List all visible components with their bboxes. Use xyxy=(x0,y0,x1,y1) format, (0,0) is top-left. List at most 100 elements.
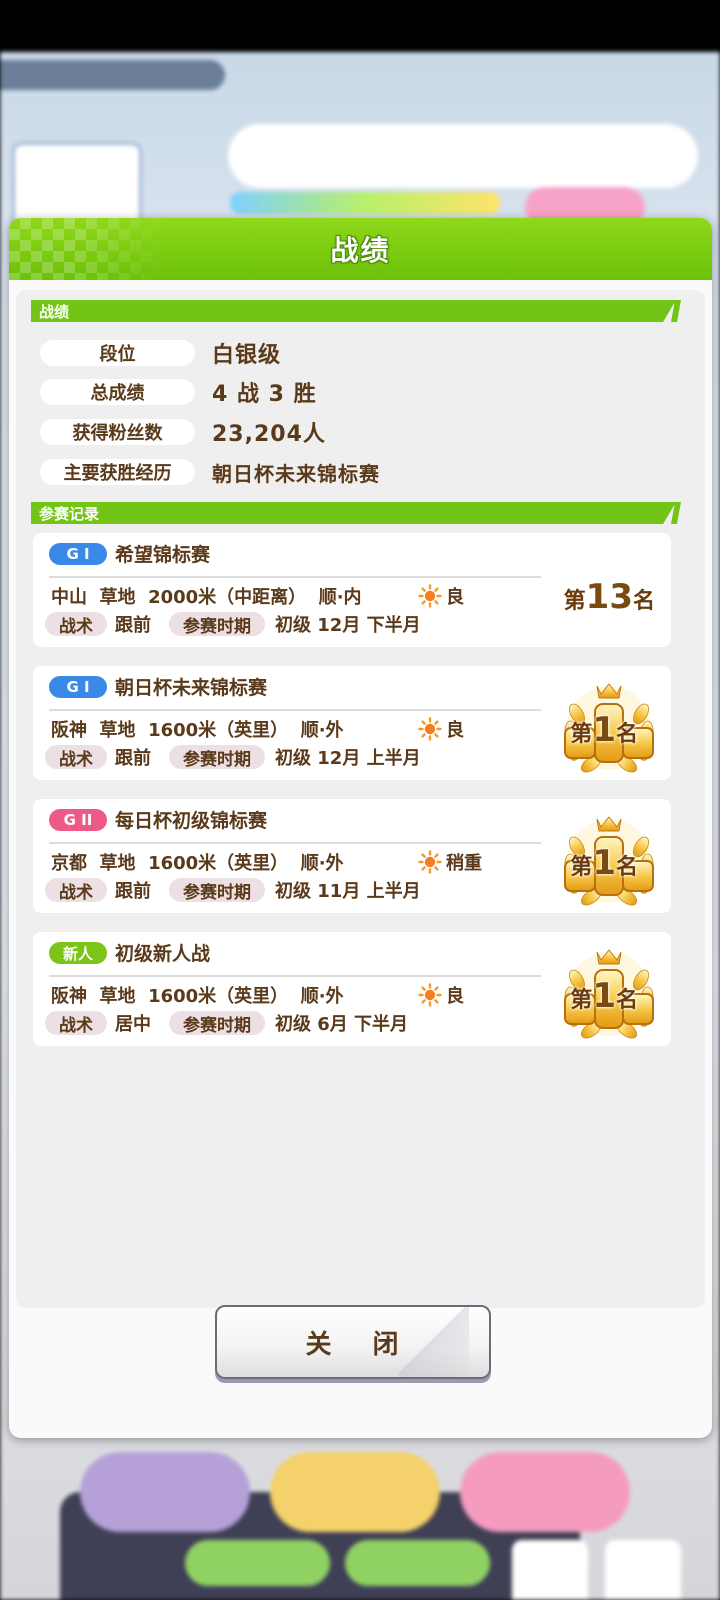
stat-label: 主要获胜经历 xyxy=(40,459,195,485)
sun-icon xyxy=(418,717,442,741)
race-info: 阪神 草地 1600米（英里） 顺·外 xyxy=(51,720,344,741)
race-record-card[interactable]: G I 希望锦标赛 中山 草地 2000米（中距离） 顺·内 良 战术 跟前 参… xyxy=(33,533,671,647)
finish-rank: 第1名 xyxy=(570,710,638,750)
rank-suffix: 名 xyxy=(632,589,655,614)
period-label: 参赛时期 xyxy=(169,878,265,903)
finish-rank: 第1名 xyxy=(570,843,638,883)
race-record-card[interactable]: 新人 初级新人战 阪神 草地 1600米（英里） 顺·外 良 战术 居中 参赛时… xyxy=(33,932,671,1046)
rank-prefix: 第 xyxy=(570,855,593,880)
bg-square-button-2 xyxy=(605,1540,681,1600)
stat-label: 获得粉丝数 xyxy=(40,419,195,445)
tactic-value: 跟前 xyxy=(115,615,151,636)
bg-top-pill xyxy=(0,60,225,90)
rank-suffix: 名 xyxy=(615,988,638,1013)
race-info: 中山 草地 2000米（中距离） 顺·内 xyxy=(51,587,362,608)
race-info: 京都 草地 1600米（英里） 顺·外 xyxy=(51,853,344,874)
rank-number: 1 xyxy=(592,976,616,1016)
card-divider xyxy=(49,576,541,578)
bg-green-button-2 xyxy=(345,1540,490,1586)
weather: 良 xyxy=(418,982,464,1008)
period-value: 初级 11月 上半月 xyxy=(275,881,421,902)
period-value: 初级 6月 下半月 xyxy=(275,1014,409,1035)
race-record-card[interactable]: G I 朝日杯未来锦标赛 阪神 草地 1600米（英里） 顺·外 良 战术 跟前… xyxy=(33,666,671,780)
stats-section-header: 战绩 xyxy=(31,300,676,322)
header-pattern xyxy=(9,218,169,280)
close-button[interactable]: 关 闭 xyxy=(215,1305,491,1379)
race-info: 阪神 草地 1600米（英里） 顺·外 xyxy=(51,986,344,1007)
stat-label: 总成绩 xyxy=(40,379,195,405)
tactic-label: 战术 xyxy=(45,878,107,903)
dialog-title: 战绩 xyxy=(330,234,391,267)
tactic-value: 居中 xyxy=(115,1014,151,1035)
dialog-content[interactable]: 战绩 段位 白银级 总成绩 4 战 3 胜 获得粉丝数 23,204人 主要获胜… xyxy=(16,290,705,1308)
rank-number: 1 xyxy=(592,843,616,883)
card-divider xyxy=(49,709,541,711)
weather-label: 良 xyxy=(446,587,464,608)
stats-section-title: 战绩 xyxy=(39,303,70,321)
card-divider xyxy=(49,975,541,977)
period-label: 参赛时期 xyxy=(169,745,265,770)
race-detail-row: 战术 居中 参赛时期 初级 6月 下半月 xyxy=(45,1010,408,1036)
weather: 良 xyxy=(418,716,464,742)
rank-suffix: 名 xyxy=(615,855,638,880)
rank-number: 1 xyxy=(592,710,616,750)
sun-icon xyxy=(418,983,442,1007)
card-divider xyxy=(49,842,541,844)
bg-info-bar xyxy=(228,124,698,188)
stat-label: 段位 xyxy=(40,340,195,366)
stat-value: 4 战 3 胜 xyxy=(212,382,317,407)
bg-square-button-1 xyxy=(512,1540,588,1600)
race-name: 每日杯初级锦标赛 xyxy=(115,810,268,832)
grade-badge: G I xyxy=(49,543,107,565)
race-name: 初级新人战 xyxy=(115,943,211,965)
period-value: 初级 12月 上半月 xyxy=(275,748,421,769)
stat-value: 朝日杯未来锦标赛 xyxy=(212,461,380,486)
dialog-header: 战绩 xyxy=(9,218,712,280)
finish-rank: 第 13 名 xyxy=(564,577,655,617)
stat-value: 白银级 xyxy=(212,343,282,368)
period-label: 参赛时期 xyxy=(169,1011,265,1036)
tactic-label: 战术 xyxy=(45,1011,107,1036)
sun-icon xyxy=(418,850,442,874)
race-name: 希望锦标赛 xyxy=(115,544,211,566)
sun-icon xyxy=(418,584,442,608)
grade-badge: G I xyxy=(49,676,107,698)
rank-suffix: 名 xyxy=(615,722,638,747)
stat-value: 23,204人 xyxy=(212,422,326,447)
rank-prefix: 第 xyxy=(563,589,586,614)
period-label: 参赛时期 xyxy=(169,612,265,637)
rank-prefix: 第 xyxy=(570,988,593,1013)
rank-prefix: 第 xyxy=(570,722,593,747)
race-detail-row: 战术 跟前 参赛时期 初级 12月 上半月 xyxy=(45,744,421,770)
stat-row-fans: 获得粉丝数 23,204人 xyxy=(40,418,326,447)
period-value: 初级 12月 下半月 xyxy=(275,615,421,636)
bg-gauge xyxy=(230,192,500,214)
stat-row-rank: 段位 白银级 xyxy=(40,339,282,368)
weather-label: 良 xyxy=(446,720,464,741)
weather: 良 xyxy=(418,583,464,609)
rank-number: 13 xyxy=(585,577,633,617)
grade-badge: 新人 xyxy=(49,942,107,964)
weather-label: 稍重 xyxy=(446,853,482,874)
tactic-label: 战术 xyxy=(45,612,107,637)
stat-row-total: 总成绩 4 战 3 胜 xyxy=(40,378,317,407)
bg-tab-2 xyxy=(270,1452,440,1532)
race-detail-row: 战术 跟前 参赛时期 初级 11月 上半月 xyxy=(45,877,421,903)
bg-tab-3 xyxy=(460,1452,630,1532)
stat-row-main-win: 主要获胜经历 朝日杯未来锦标赛 xyxy=(40,458,380,486)
tactic-label: 战术 xyxy=(45,745,107,770)
weather-label: 良 xyxy=(446,986,464,1007)
race-detail-row: 战术 跟前 参赛时期 初级 12月 下半月 xyxy=(45,611,421,637)
tactic-value: 跟前 xyxy=(115,881,151,902)
record-dialog: 战绩 战绩 段位 白银级 总成绩 4 战 3 胜 获得粉丝数 23,204人 主… xyxy=(9,218,712,1438)
bg-green-button-1 xyxy=(185,1540,330,1586)
grade-badge: G II xyxy=(49,809,107,831)
race-record-card[interactable]: G II 每日杯初级锦标赛 京都 草地 1600米（英里） 顺·外 稍重 战术 … xyxy=(33,799,671,913)
bg-tab-1 xyxy=(80,1452,250,1532)
race-name: 朝日杯未来锦标赛 xyxy=(115,677,268,699)
weather: 稍重 xyxy=(418,849,482,875)
records-section-title: 参赛记录 xyxy=(39,505,100,523)
tactic-value: 跟前 xyxy=(115,748,151,769)
records-section-header: 参赛记录 xyxy=(31,502,676,524)
finish-rank: 第1名 xyxy=(570,976,638,1016)
